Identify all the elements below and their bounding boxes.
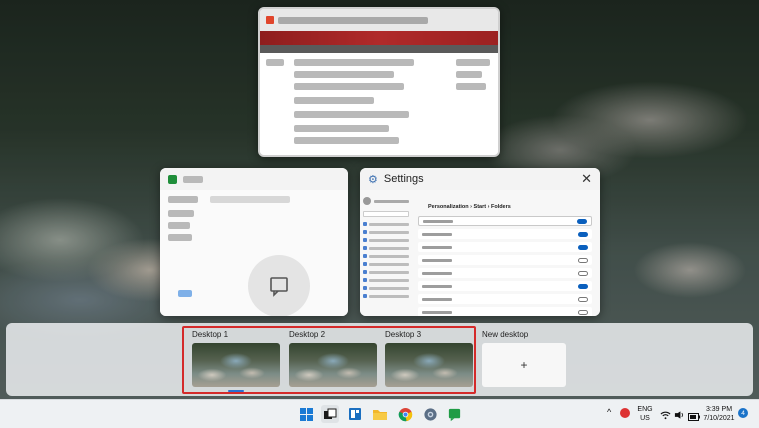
desktop-label: Desktop 3: [385, 330, 422, 339]
show-hidden-icons-chevron[interactable]: ^: [607, 408, 611, 417]
desktop-thumbnail[interactable]: [192, 343, 280, 387]
mail-empty-state-icon: [248, 255, 310, 316]
desktop-3[interactable]: Desktop 3: [385, 329, 473, 387]
browser-page-content: [260, 53, 498, 153]
new-desktop-label: New desktop: [482, 330, 529, 339]
desktop-thumbnail[interactable]: [289, 343, 377, 387]
desktop-label: Desktop 2: [289, 330, 326, 339]
widgets-icon[interactable]: [346, 405, 364, 423]
active-desktop-indicator: [228, 390, 244, 392]
settings-breadcrumb: Personalization › Start › Folders: [428, 204, 511, 210]
desktop-1[interactable]: Desktop 1: [192, 329, 280, 392]
plus-icon[interactable]: +: [482, 343, 566, 387]
browser-tab-bar: [260, 9, 498, 31]
security-alert-icon[interactable]: [620, 408, 630, 418]
desktop-label: Desktop 1: [192, 330, 229, 339]
file-explorer-icon[interactable]: [371, 405, 389, 423]
window-thumbnail-mail[interactable]: [160, 168, 348, 316]
settings-content: Personalization › Start › Folders: [360, 190, 600, 316]
battery-icon[interactable]: [688, 408, 700, 426]
mail-title-bar: [160, 168, 348, 190]
settings-window-title: Settings: [383, 173, 424, 185]
close-icon[interactable]: ✕: [581, 171, 592, 187]
mail-app-icon: [168, 174, 177, 184]
window-thumbnail-settings[interactable]: ⚙ Settings ✕ Personalization › Start › F…: [360, 168, 600, 316]
settings-main-pane: Personalization › Start › Folders: [414, 190, 596, 316]
browser-page-banner: [260, 31, 498, 45]
clock[interactable]: 3:39 PM 7/10/2021: [702, 405, 736, 423]
chrome-browser-icon[interactable]: [396, 405, 414, 423]
settings-app-icon[interactable]: [421, 405, 439, 423]
new-desktop-button[interactable]: New desktop +: [482, 329, 566, 387]
language-indicator[interactable]: ENG US: [636, 405, 654, 423]
task-view-icon[interactable]: [321, 405, 339, 423]
mail-content: [160, 190, 348, 316]
wifi-icon[interactable]: [660, 407, 671, 425]
clock-time: 3:39 PM: [705, 406, 733, 413]
settings-nav: [360, 190, 412, 316]
notification-count-badge[interactable]: 4: [738, 408, 748, 418]
language-code: ENG: [637, 406, 653, 413]
desktop-2[interactable]: Desktop 2: [289, 329, 377, 387]
start-windows-icon[interactable]: [297, 405, 315, 423]
clock-date: 7/10/2021: [703, 415, 735, 422]
language-region: US: [640, 415, 650, 422]
desktop-thumbnail[interactable]: [385, 343, 473, 387]
chat-app-icon[interactable]: [445, 405, 463, 423]
settings-gear-icon: ⚙: [368, 173, 378, 186]
settings-title-bar: ⚙ Settings ✕: [360, 168, 600, 190]
browser-favicon-icon: [266, 16, 274, 24]
window-thumbnail-browser[interactable]: [258, 7, 500, 157]
volume-icon[interactable]: [674, 407, 685, 425]
